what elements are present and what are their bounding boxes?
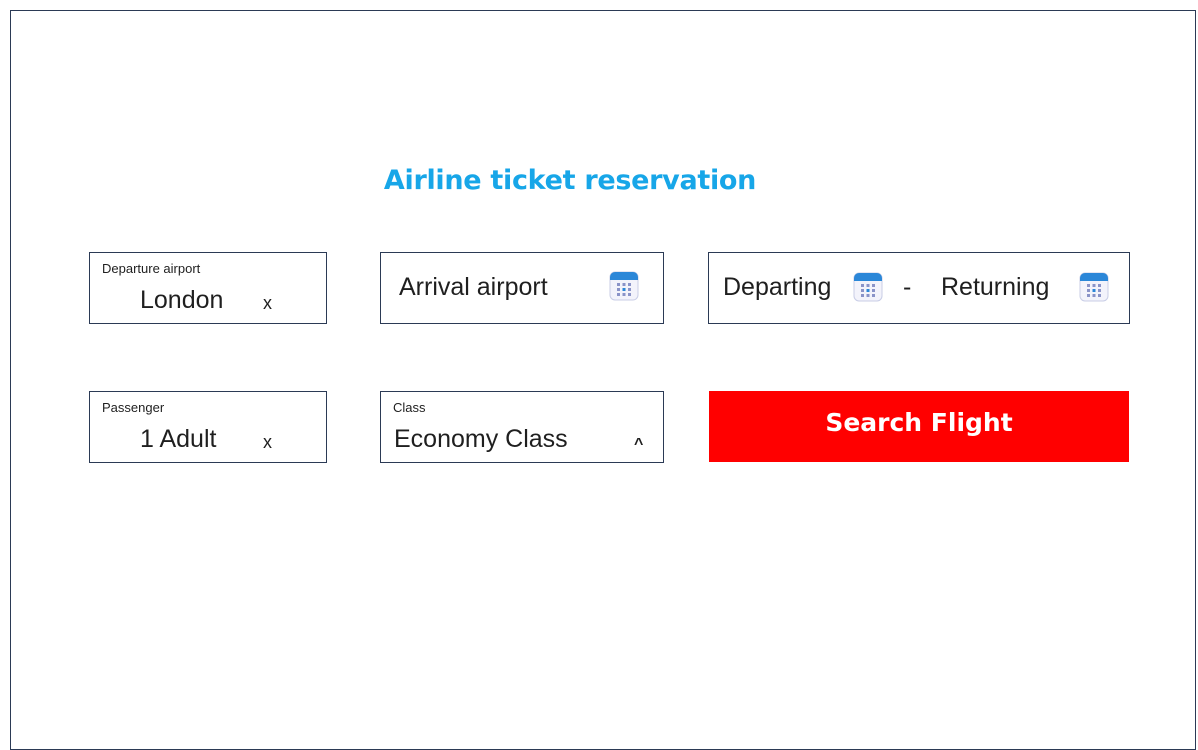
passenger-label: Passenger	[102, 400, 165, 415]
class-label: Class	[393, 400, 426, 415]
class-select[interactable]: Class Economy Class ^	[380, 391, 664, 463]
departure-airport-label: Departure airport	[102, 261, 201, 276]
departure-airport-value: London	[140, 286, 224, 314]
returning-calendar-icon[interactable]	[1079, 272, 1109, 302]
date-range-separator: -	[903, 273, 912, 301]
passenger-value: 1 Adult	[140, 425, 217, 453]
departing-label: Departing	[723, 273, 832, 301]
passenger-field[interactable]: Passenger 1 Adult x	[89, 391, 327, 463]
calendar-icon[interactable]	[609, 271, 639, 301]
search-flight-button[interactable]: Search Flight	[709, 391, 1129, 462]
arrival-airport-field[interactable]: Arrival airport	[380, 252, 664, 324]
arrival-airport-placeholder: Arrival airport	[399, 273, 548, 301]
passenger-clear-icon[interactable]: x	[263, 432, 272, 453]
class-value: Economy Class	[394, 425, 568, 453]
returning-label: Returning	[941, 273, 1050, 301]
class-caret-icon[interactable]: ^	[634, 436, 643, 454]
page-frame	[10, 10, 1196, 750]
page-title: Airline ticket reservation	[383, 165, 757, 196]
departure-clear-icon[interactable]: x	[263, 293, 272, 314]
departure-airport-field[interactable]: Departure airport London x	[89, 252, 327, 324]
departing-calendar-icon[interactable]	[853, 272, 883, 302]
date-range-field[interactable]: Departing - Returning	[708, 252, 1130, 324]
